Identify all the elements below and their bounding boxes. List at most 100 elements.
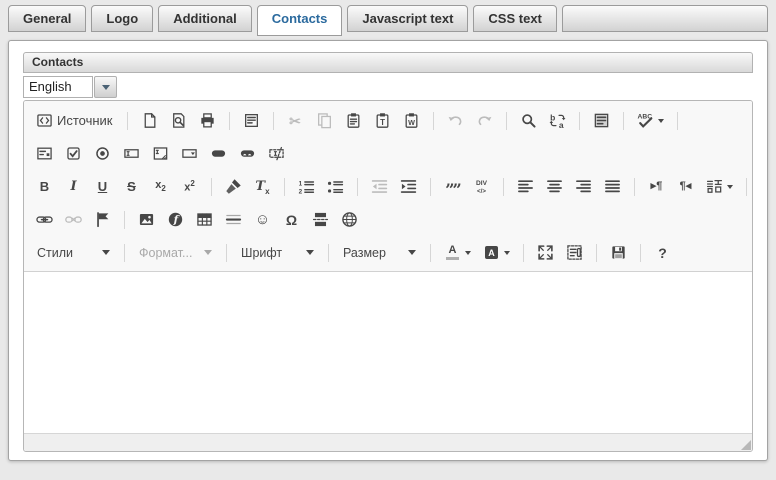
tab-general[interactable]: General <box>8 5 86 32</box>
resize-handle-icon[interactable] <box>741 440 751 450</box>
paste-button[interactable] <box>341 108 366 133</box>
toolbar-separator <box>623 112 624 130</box>
toolbar-separator <box>579 112 580 130</box>
form-icon <box>36 145 53 162</box>
paste-text-button[interactable]: T <box>370 108 395 133</box>
increase-indent-button[interactable] <box>396 174 421 199</box>
align-right-button[interactable] <box>571 174 596 199</box>
font-combo[interactable]: Шрифт <box>236 243 319 263</box>
table-button[interactable] <box>192 207 217 232</box>
bidi-ltr-button[interactable]: ▸¶ <box>644 174 669 199</box>
select-all-button[interactable] <box>589 108 614 133</box>
align-justify-button[interactable] <box>600 174 625 199</box>
text-color-button[interactable]: A <box>440 240 475 265</box>
textarea-button[interactable] <box>148 141 173 166</box>
underline-button[interactable]: U <box>90 174 115 199</box>
textarea-icon <box>152 145 169 162</box>
chevron-down-icon <box>408 250 416 255</box>
radio-button-button[interactable] <box>90 141 115 166</box>
select-field-button[interactable] <box>177 141 202 166</box>
text-language-button[interactable] <box>702 174 737 199</box>
replace-button[interactable]: ba <box>545 108 570 133</box>
preview-button[interactable] <box>166 108 191 133</box>
strikethrough-button[interactable]: S <box>119 174 144 199</box>
iframe-button[interactable] <box>337 207 362 232</box>
source-button[interactable]: Источник <box>32 108 118 133</box>
superscript-button[interactable]: x2 <box>177 174 202 199</box>
about-button[interactable]: ? <box>650 240 675 265</box>
replace-icon: ba <box>549 112 566 129</box>
anchor-button[interactable] <box>90 207 115 232</box>
bold-button[interactable]: B <box>32 174 57 199</box>
horizontal-rule-button[interactable] <box>221 207 246 232</box>
text-field-button[interactable] <box>119 141 144 166</box>
find-icon <box>520 112 537 129</box>
paragraph-format-combo: Формат... <box>134 243 217 263</box>
flash-button[interactable]: f <box>163 207 188 232</box>
hidden-field-button[interactable] <box>264 141 289 166</box>
tab-additional[interactable]: Additional <box>158 5 252 32</box>
blockquote-icon: ”” <box>444 178 461 195</box>
subscript-button[interactable]: x2 <box>148 174 173 199</box>
tab-label: Additional <box>173 11 237 26</box>
button-field-button[interactable] <box>206 141 231 166</box>
templates-button[interactable] <box>239 108 264 133</box>
copy-formatting-button[interactable] <box>221 174 246 199</box>
font-size-combo[interactable]: Размер <box>338 243 421 263</box>
styles-combo[interactable]: Стили <box>32 243 115 263</box>
div-container-button[interactable]: DIV</> <box>469 174 494 199</box>
font-combo-label: Шрифт <box>241 246 298 260</box>
undo-icon <box>447 112 464 129</box>
paste-icon <box>345 112 362 129</box>
find-button[interactable] <box>516 108 541 133</box>
image-button-button[interactable] <box>235 141 260 166</box>
language-dropdown-button[interactable] <box>94 76 117 98</box>
spell-check-button[interactable]: ABC <box>633 108 668 133</box>
align-left-button[interactable] <box>513 174 538 199</box>
tab-logo[interactable]: Logo <box>91 5 153 32</box>
strikethrough-icon: S <box>123 178 140 195</box>
chevron-down-icon <box>102 250 110 255</box>
checkbox-button[interactable] <box>61 141 86 166</box>
show-blocks-button[interactable] <box>562 240 587 265</box>
print-button[interactable] <box>195 108 220 133</box>
smiley-button[interactable]: ☺ <box>250 207 275 232</box>
align-right-icon <box>575 178 592 195</box>
save-button[interactable] <box>606 240 631 265</box>
page-break-button[interactable] <box>308 207 333 232</box>
numbered-list-button[interactable]: 12 <box>294 174 319 199</box>
decrease-indent-icon <box>371 178 388 195</box>
rich-text-editor: Источник✂TWbaABCBIUSx2x2Tx12””DIV</>▸¶¶◂… <box>23 100 753 452</box>
tab-javascript-text[interactable]: Javascript text <box>347 5 468 32</box>
bidi-rtl-button[interactable]: ¶◂ <box>673 174 698 199</box>
maximize-button[interactable] <box>533 240 558 265</box>
source-icon <box>36 112 53 129</box>
tab-bar: GeneralLogo Additional ContactsJavascript … <box>0 0 776 35</box>
settings-page: GeneralLogo Additional ContactsJavascript … <box>0 0 776 480</box>
svg-text:DIV: DIV <box>476 180 488 187</box>
text-color-icon: A <box>444 244 461 261</box>
italic-button[interactable]: I <box>61 174 86 199</box>
paste-word-button[interactable]: W <box>399 108 424 133</box>
smiley-icon: ☺ <box>254 211 271 228</box>
special-char-button[interactable]: Ω <box>279 207 304 232</box>
editor-content[interactable] <box>24 272 752 433</box>
remove-format-button[interactable]: Tx <box>250 174 275 199</box>
chevron-down-icon <box>504 251 510 255</box>
svg-text:W: W <box>408 118 415 127</box>
blockquote-button[interactable]: ”” <box>440 174 465 199</box>
align-center-button[interactable] <box>542 174 567 199</box>
bulleted-list-button[interactable] <box>323 174 348 199</box>
new-page-button[interactable] <box>137 108 162 133</box>
tab-contacts[interactable]: Contacts <box>257 5 343 36</box>
background-color-button[interactable]: A <box>479 240 514 265</box>
background-color-icon: A <box>483 244 500 261</box>
link-button[interactable] <box>32 207 57 232</box>
image-button[interactable] <box>134 207 159 232</box>
anchor-flag-icon <box>94 211 111 228</box>
form-button[interactable] <box>32 141 57 166</box>
bidi-ltr-icon: ▸¶ <box>648 178 665 195</box>
toolbar-separator <box>677 112 678 130</box>
tab-css-text[interactable]: CSS text <box>473 5 556 32</box>
language-value[interactable]: English <box>23 76 93 98</box>
